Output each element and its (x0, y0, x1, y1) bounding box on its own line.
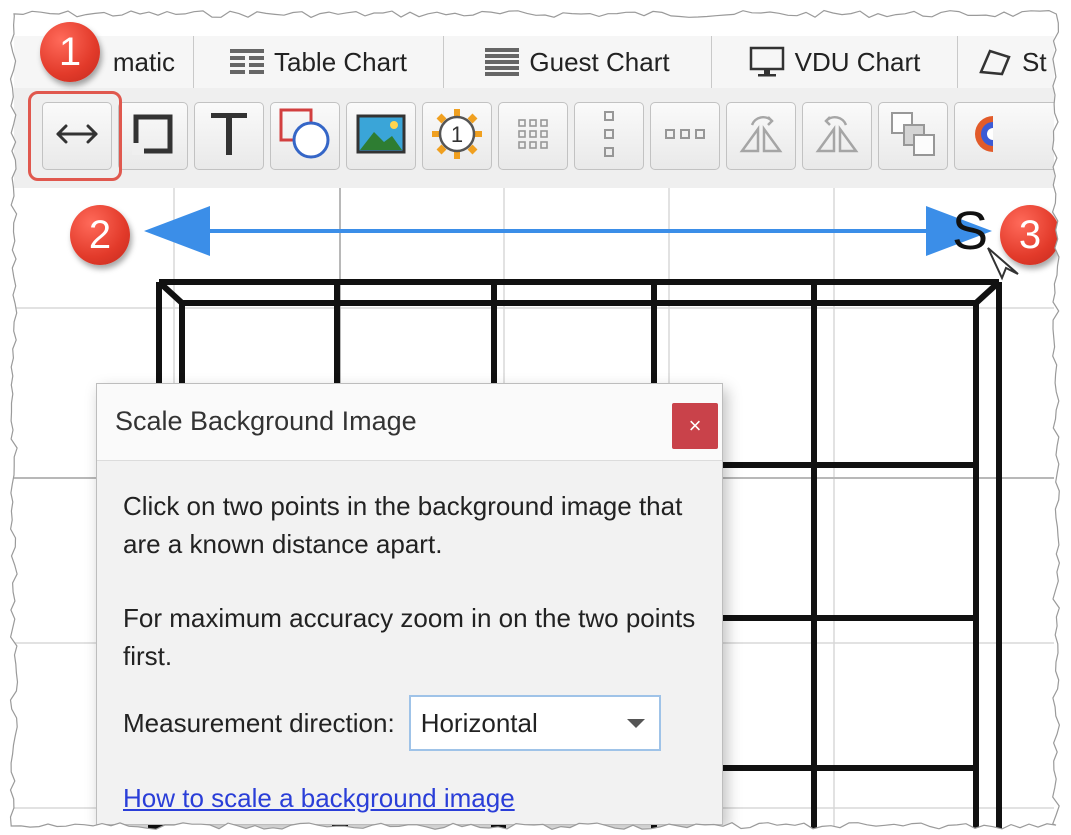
text-button[interactable] (194, 102, 264, 170)
vertical-dots-button[interactable] (574, 102, 644, 170)
close-icon: × (688, 413, 702, 438)
horizontal-dots-icon (664, 127, 706, 145)
tab-st[interactable]: St (958, 36, 1054, 88)
color-wheel-button[interactable] (954, 102, 1054, 170)
help-link[interactable]: How to scale a background image (123, 779, 515, 817)
scale-button-highlight (28, 91, 122, 181)
tab-strip: matic Table Chart Guest Chart VDU Chart … (14, 36, 1054, 89)
flip-icon (814, 113, 860, 160)
rectangle-button[interactable] (118, 102, 188, 170)
measurement-direction-label: Measurement direction: (123, 708, 395, 738)
monitor-icon (749, 46, 785, 78)
instruction-text: Click on two points in the background im… (123, 491, 683, 559)
callout-1-number: 1 (58, 29, 82, 74)
measurement-row: Measurement direction: Horizontal (123, 695, 696, 751)
dialog-body: Click on two points in the background im… (97, 461, 722, 817)
tab-table-chart[interactable]: Table Chart (194, 36, 444, 88)
measurement-direction-value: Horizontal (420, 708, 538, 738)
tab-st-label: St (1022, 46, 1047, 77)
table-grid-icon (230, 49, 265, 75)
arrange-icon (890, 111, 936, 162)
callout-2: 2 (70, 205, 130, 265)
arrange-button[interactable] (878, 102, 948, 170)
shapes-button[interactable] (270, 102, 340, 170)
numbered-gear-button[interactable]: 1 (422, 102, 492, 170)
accuracy-tip-text: For maximum accuracy zoom in on the two … (123, 603, 696, 671)
scale-background-dialog: Scale Background Image × Click on two po… (96, 383, 723, 825)
shapes-icon (278, 107, 332, 166)
rectangle-icon (132, 113, 174, 160)
dialog-header: Scale Background Image × (97, 384, 722, 461)
color-wheel-icon (969, 114, 993, 159)
image-icon (356, 114, 406, 159)
tag-icon (978, 48, 1012, 76)
canvas-marker-text: S (952, 201, 989, 261)
dialog-close-button[interactable]: × (672, 403, 718, 449)
svg-text:1: 1 (451, 122, 463, 147)
vertical-dots-icon (603, 110, 615, 163)
callout-2-number: 2 (88, 212, 112, 257)
horizontal-dots-button[interactable] (650, 102, 720, 170)
callout-3-number: 3 (1018, 212, 1042, 257)
tab-vdu-chart[interactable]: VDU Chart (712, 36, 958, 88)
dialog-title: Scale Background Image (115, 406, 417, 436)
chevron-down-icon (626, 718, 645, 728)
callout-1: 1 (40, 22, 100, 82)
rotate-button[interactable] (726, 102, 796, 170)
tab-table-chart-label: Table Chart (274, 46, 407, 77)
rotate-icon (738, 113, 784, 160)
numbered-gear-icon: 1 (431, 108, 483, 165)
measurement-direction-select[interactable]: Horizontal (408, 695, 661, 751)
tab-vdu-chart-label: VDU Chart (794, 46, 921, 77)
tab-guest-chart-label: Guest Chart (529, 46, 670, 77)
grid-dots-button[interactable] (498, 102, 568, 170)
flip-button[interactable] (802, 102, 872, 170)
text-icon (209, 111, 249, 162)
tab-schematic-label: matic (112, 46, 175, 77)
callout-3: 3 (1000, 205, 1060, 265)
image-button[interactable] (346, 102, 416, 170)
grid-dots-icon (518, 118, 548, 154)
tab-guest-chart[interactable]: Guest Chart (444, 36, 712, 88)
toolbar: 1 (14, 88, 1054, 189)
guest-list-icon (485, 48, 520, 76)
